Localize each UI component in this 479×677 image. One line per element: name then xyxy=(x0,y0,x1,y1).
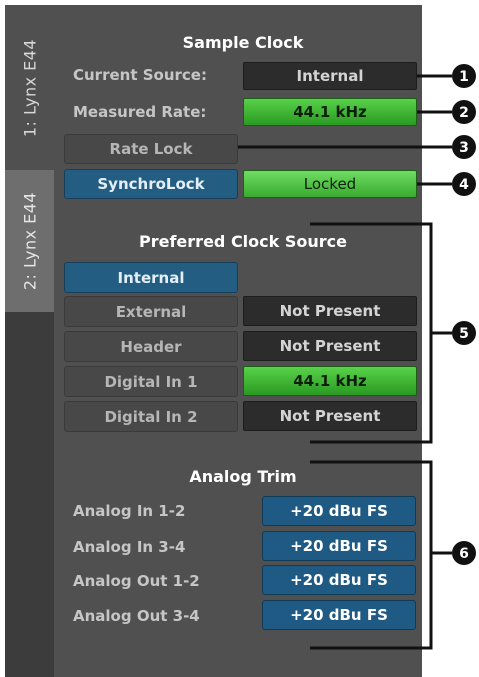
callout-6-bracket xyxy=(310,460,433,650)
callout-4-number: 4 xyxy=(459,177,469,193)
callout-5-number: 5 xyxy=(459,326,469,342)
callout-annotations: 1 2 3 4 5 6 xyxy=(238,64,476,650)
callout-5-bracket xyxy=(310,222,433,444)
callout-3-number: 3 xyxy=(459,140,469,156)
callout-6-number: 6 xyxy=(459,546,469,562)
callout-2-number: 2 xyxy=(459,105,469,121)
callout-1-number: 1 xyxy=(459,69,469,85)
